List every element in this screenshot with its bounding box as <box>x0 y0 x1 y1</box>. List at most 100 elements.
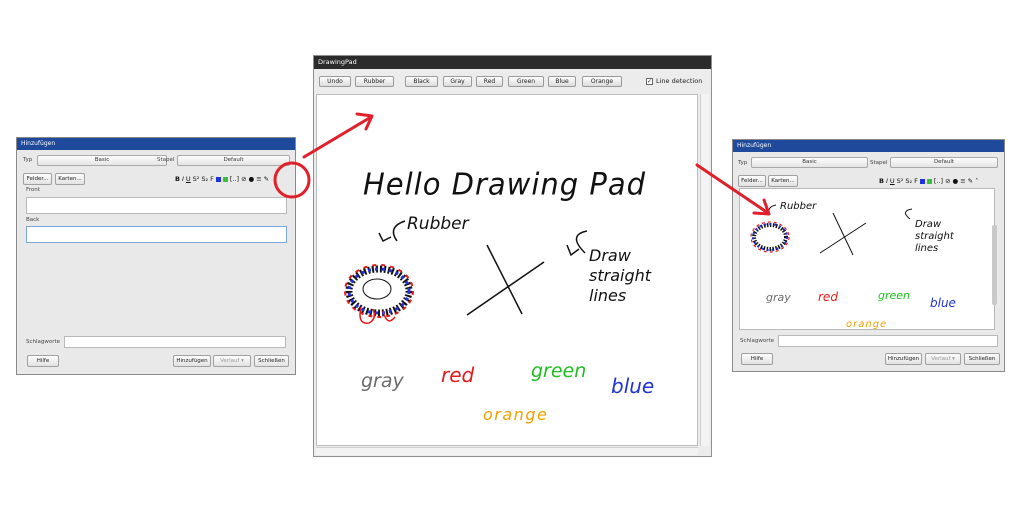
left-add-window: Hinzufügen Typ Basic Stapel Default Feld… <box>16 137 296 375</box>
black-button[interactable]: Black <box>405 76 438 87</box>
field-blue-word: blue <box>930 296 956 310</box>
field-lines-label: lines <box>915 243 938 254</box>
field-green-word: green <box>878 289 910 302</box>
line-detection-label: Line detection <box>656 77 703 85</box>
more-icon[interactable]: ≡ <box>256 175 261 183</box>
note-type-selector[interactable]: Basic <box>37 155 167 166</box>
front-field[interactable] <box>26 197 287 214</box>
tags-label: Schlagworte <box>26 339 61 345</box>
superscript-icon[interactable]: S² <box>193 175 200 183</box>
italic-icon[interactable]: I <box>182 175 184 183</box>
history-button[interactable]: Verlauf ▾ <box>213 355 251 367</box>
drawing-pad-title: DrawingPad <box>314 56 711 69</box>
canvas-draw-label: Draw <box>589 246 632 265</box>
drawing-pad-window: DrawingPad Undo Rubber Black Gray Red Gr… <box>313 55 712 457</box>
horizontal-scrollbar[interactable] <box>316 447 698 455</box>
note-type-selector[interactable]: Basic <box>751 157 868 168</box>
more-icon[interactable]: ≡ <box>960 177 965 185</box>
cloze-icon[interactable]: [..] <box>934 177 943 185</box>
cards-button[interactable]: Karten... <box>55 173 85 185</box>
deck-selector[interactable]: Default <box>177 155 290 166</box>
canvas-gray-word: gray <box>361 370 405 392</box>
vertical-scrollbar[interactable] <box>700 94 709 446</box>
attach-icon[interactable]: ⊘ <box>945 177 950 185</box>
front-label: Front <box>26 187 40 193</box>
deck-selector[interactable]: Default <box>890 157 998 168</box>
drawing-field[interactable]: Rubber Draw straight lines gray red gree… <box>739 188 995 330</box>
cloze-icon[interactable]: [..] <box>230 175 239 183</box>
tags-field[interactable] <box>778 335 998 347</box>
field-scrollbar[interactable] <box>992 225 997 305</box>
deck-label: Stapel <box>870 160 888 166</box>
cards-button[interactable]: Karten... <box>768 175 798 187</box>
help-button[interactable]: Hilfe <box>27 355 59 367</box>
history-button[interactable]: Verlauf ▾ <box>925 353 961 365</box>
field-orange-word: orange <box>846 319 887 330</box>
back-field[interactable] <box>26 226 287 243</box>
canvas-rubber-label: Rubber <box>407 214 470 234</box>
orange-button[interactable]: Orange <box>582 76 622 87</box>
subscript-icon[interactable]: S₂ <box>201 175 208 183</box>
format-toolbar: B I U S² S₂ F [..] ⊘ ● ≡ ✎ <box>175 175 269 183</box>
checkmark-icon[interactable]: ✓ <box>646 77 653 85</box>
chevron-up-icon[interactable]: ˄ <box>975 177 978 185</box>
pen-icon[interactable]: ✎ <box>264 175 269 183</box>
canvas-green-word: green <box>531 360 586 382</box>
undo-button[interactable]: Undo <box>319 76 351 87</box>
deck-label: Stapel <box>157 157 175 163</box>
window-title: Hinzufügen <box>733 140 1004 152</box>
add-button[interactable]: Hinzufügen <box>173 355 211 367</box>
tags-field[interactable] <box>64 336 286 348</box>
close-button[interactable]: Schließen <box>254 355 289 367</box>
add-button[interactable]: Hinzufügen <box>885 353 922 365</box>
color-picker-icon[interactable] <box>222 176 228 182</box>
right-add-window: Hinzufügen Typ Basic Stapel Default Feld… <box>732 139 1005 372</box>
back-label: Back <box>26 217 40 223</box>
line-detection-checkbox[interactable]: ✓ Line detection <box>646 77 702 85</box>
highlight-icon[interactable] <box>919 178 925 184</box>
format-toolbar: B I U S² S₂ F [..] ⊘ ● ≡ ✎ ˄ <box>879 177 978 185</box>
field-straight-label: straight <box>915 231 955 242</box>
text-color-icon[interactable]: F <box>914 177 918 185</box>
pen-icon[interactable]: ✎ <box>968 177 973 185</box>
italic-icon[interactable]: I <box>886 177 888 185</box>
canvas-straight-label: straight <box>589 266 652 285</box>
blue-button[interactable]: Blue <box>548 76 576 87</box>
subscript-icon[interactable]: S₂ <box>905 177 912 185</box>
green-button[interactable]: Green <box>508 76 544 87</box>
canvas-red-word: red <box>441 363 475 387</box>
canvas-orange-word: orange <box>483 405 548 424</box>
record-icon[interactable]: ● <box>249 175 255 183</box>
field-drawing: Rubber Draw straight lines gray red gree… <box>750 201 956 330</box>
color-picker-icon[interactable] <box>926 178 932 184</box>
fields-button[interactable]: Felder... <box>738 175 766 187</box>
underline-icon[interactable]: U <box>890 177 895 185</box>
underline-icon[interactable]: U <box>186 175 191 183</box>
bold-icon[interactable]: B <box>879 177 884 185</box>
canvas-drawing: Hello Drawing Pad Rubber Draw straight l… <box>344 167 654 424</box>
bold-icon[interactable]: B <box>175 175 180 183</box>
text-color-icon[interactable]: F <box>210 175 214 183</box>
type-label: Typ <box>738 160 748 166</box>
superscript-icon[interactable]: S² <box>897 177 904 185</box>
drawing-canvas[interactable]: Hello Drawing Pad Rubber Draw straight l… <box>316 94 698 446</box>
gray-button[interactable]: Gray <box>443 76 472 87</box>
field-draw-label: Draw <box>915 219 942 230</box>
field-red-word: red <box>818 290 838 304</box>
canvas-lines-label: lines <box>589 286 626 305</box>
red-button[interactable]: Red <box>476 76 503 87</box>
field-rubber-label: Rubber <box>780 201 817 212</box>
field-gray-word: gray <box>766 291 791 304</box>
canvas-blue-word: blue <box>611 374 654 398</box>
close-button[interactable]: Schließen <box>964 353 1000 365</box>
rubber-button[interactable]: Rubber <box>355 76 394 87</box>
record-icon[interactable]: ● <box>953 177 959 185</box>
help-button[interactable]: Hilfe <box>741 353 773 365</box>
rubber-scribble <box>344 264 414 324</box>
fields-button[interactable]: Felder... <box>23 173 52 185</box>
type-label: Typ <box>23 157 33 163</box>
window-title: Hinzufügen <box>17 138 295 150</box>
tags-label: Schlagworte <box>740 338 775 344</box>
highlight-icon[interactable] <box>215 176 221 182</box>
attach-icon[interactable]: ⊘ <box>241 175 246 183</box>
